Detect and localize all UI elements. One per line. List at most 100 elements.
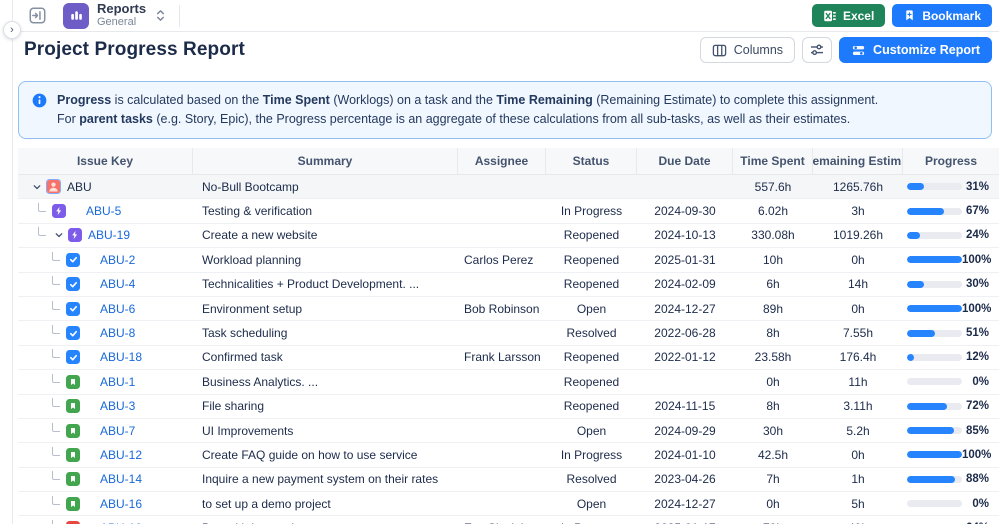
filters-button[interactable] bbox=[802, 37, 832, 63]
cell-summary: Business Analytics. ... bbox=[193, 370, 458, 393]
cell-time-spent: 6.02h bbox=[733, 199, 813, 222]
cell-assignee bbox=[458, 321, 546, 344]
expand-panel-icon[interactable] bbox=[27, 6, 47, 26]
issue-key-link[interactable]: ABU-6 bbox=[100, 302, 135, 316]
progress-bar-fill bbox=[907, 451, 962, 458]
column-header-time-spent[interactable]: Time Spent bbox=[733, 148, 813, 174]
cell-issue-key: ABU-3 bbox=[18, 395, 193, 418]
table-row[interactable]: ABU-6Environment setupBob RobinsonOpen20… bbox=[18, 297, 999, 321]
progress-bar-fill bbox=[907, 354, 914, 361]
banner-text: Progress is calculated based on the Time… bbox=[57, 91, 878, 129]
cell-remaining-estimate: 7.55h bbox=[813, 321, 903, 344]
column-header-assignee[interactable]: Assignee bbox=[458, 148, 546, 174]
table-row[interactable]: ABU-16to set up a demo projectOpen2024-1… bbox=[18, 492, 999, 516]
report-selector-button[interactable] bbox=[154, 8, 167, 23]
cell-progress: 100% bbox=[903, 297, 999, 320]
cell-assignee bbox=[458, 370, 546, 393]
table-row[interactable]: ABU-7UI ImprovementsOpen2024-09-2930h5.2… bbox=[18, 419, 999, 443]
cell-assignee bbox=[458, 199, 546, 222]
cell-remaining-estimate: 0h bbox=[813, 443, 903, 466]
table-row[interactable]: ABU-8Task schedulingResolved2022-06-288h… bbox=[18, 321, 999, 345]
column-header-remaining-estim[interactable]: Remaining Estim... bbox=[813, 148, 903, 174]
table-row[interactable]: ABUNo-Bull Bootcamp557.6h1265.76h31% bbox=[18, 175, 999, 199]
cell-progress: 12% bbox=[903, 346, 999, 369]
table-row[interactable]: ABU-4Technicalities + Product Developmen… bbox=[18, 273, 999, 297]
progress-bar-fill bbox=[907, 256, 962, 263]
info-icon bbox=[32, 93, 47, 129]
cell-summary: Workload planning bbox=[193, 248, 458, 271]
table-row[interactable]: ABU-3File sharingReopened2024-11-158h3.1… bbox=[18, 395, 999, 419]
issue-key-link[interactable]: ABU-2 bbox=[100, 253, 135, 267]
table-row[interactable]: ABU-2Workload planningCarlos PerezReopen… bbox=[18, 248, 999, 272]
tree-connector-icon bbox=[52, 301, 60, 310]
cell-summary: to set up a demo project bbox=[193, 492, 458, 515]
column-header-summary[interactable]: Summary bbox=[193, 148, 458, 174]
column-header-due-date[interactable]: Due Date bbox=[637, 148, 733, 174]
table-row[interactable]: ABU-12Create FAQ guide on how to use ser… bbox=[18, 443, 999, 467]
table-row[interactable]: ABU-18Confirmed taskFrank LarssonReopene… bbox=[18, 346, 999, 370]
customize-report-label: Customize Report bbox=[873, 43, 980, 57]
cell-time-spent: 10h bbox=[733, 248, 813, 271]
issue-key-link[interactable]: ABU-7 bbox=[100, 424, 135, 438]
task-icon bbox=[66, 302, 80, 316]
issue-key-link[interactable]: ABU-19 bbox=[88, 228, 130, 242]
progress-bar-track bbox=[907, 232, 962, 239]
cell-status: Resolved bbox=[546, 468, 637, 491]
cell-progress: 100% bbox=[903, 443, 999, 466]
cell-status bbox=[546, 175, 637, 198]
column-header-status[interactable]: Status bbox=[546, 148, 637, 174]
sidebar-expand-button[interactable]: › bbox=[3, 21, 21, 39]
cell-progress: 30% bbox=[903, 273, 999, 296]
bookmark-button[interactable]: Bookmark bbox=[892, 4, 992, 27]
table-row[interactable]: ABU-5Testing & verificationIn Progress20… bbox=[18, 199, 999, 223]
column-header-progress[interactable]: Progress bbox=[903, 148, 999, 174]
cell-status: Reopened bbox=[546, 370, 637, 393]
story-icon bbox=[66, 399, 80, 413]
cell-assignee: Eve Sinclair bbox=[458, 516, 546, 524]
customize-report-button[interactable]: Customize Report bbox=[839, 37, 992, 63]
excel-button-label: Excel bbox=[843, 9, 874, 23]
progress-bar-track bbox=[907, 305, 962, 312]
cell-progress: 100% bbox=[903, 248, 999, 271]
project-key-label: ABU bbox=[67, 180, 92, 194]
cell-status: Resolved bbox=[546, 321, 637, 344]
issue-key-link[interactable]: ABU-18 bbox=[100, 350, 142, 364]
cell-issue-key: ABU-5 bbox=[18, 199, 193, 222]
table-row[interactable]: ABU-14Inquire a new payment system on th… bbox=[18, 468, 999, 492]
table-row[interactable]: ABU-19Create a new websiteReopened2024-1… bbox=[18, 224, 999, 248]
chevron-down-icon[interactable] bbox=[52, 228, 66, 242]
progress-bar-fill bbox=[907, 305, 962, 312]
cell-time-spent: 70h bbox=[733, 516, 813, 524]
story-icon bbox=[66, 448, 80, 462]
banner-text-segment: For bbox=[57, 112, 79, 126]
tree-connector-icon bbox=[52, 447, 60, 456]
issue-key-link[interactable]: ABU-5 bbox=[86, 204, 121, 218]
banner-text-segment: Time Spent bbox=[263, 93, 330, 107]
issue-key-link[interactable]: ABU-4 bbox=[100, 277, 135, 291]
progress-percent-label: 24% bbox=[966, 229, 989, 241]
columns-button[interactable]: Columns bbox=[700, 37, 795, 63]
tree-connector-icon bbox=[52, 252, 60, 261]
cell-summary: UI Improvements bbox=[193, 419, 458, 442]
table-row[interactable]: ABU-1Business Analytics. ...Reopened0h11… bbox=[18, 370, 999, 394]
cell-summary: No-Bull Bootcamp bbox=[193, 175, 458, 198]
issue-key-link[interactable]: ABU-8 bbox=[100, 326, 135, 340]
issue-key-link[interactable]: ABU-3 bbox=[100, 399, 135, 413]
progress-percent-label: 31% bbox=[966, 181, 989, 193]
progress-bar-track bbox=[907, 378, 962, 385]
cell-time-spent: 0h bbox=[733, 370, 813, 393]
chevron-down-icon[interactable] bbox=[30, 180, 44, 194]
excel-export-button[interactable]: Excel bbox=[812, 4, 885, 27]
issue-key-link[interactable]: ABU-14 bbox=[100, 472, 142, 486]
column-header-issue-key[interactable]: Issue Key bbox=[18, 148, 193, 174]
cell-progress: 64% bbox=[903, 516, 999, 524]
issue-key-link[interactable]: ABU-16 bbox=[100, 497, 142, 511]
cell-assignee bbox=[458, 395, 546, 418]
tree-connector-icon bbox=[52, 471, 60, 480]
task-icon bbox=[66, 326, 80, 340]
table-row[interactable]: ABU-10Bug with integrationsEve SinclairI… bbox=[18, 516, 999, 524]
issue-key-link[interactable]: ABU-1 bbox=[100, 375, 135, 389]
cell-due-date: 2024-11-15 bbox=[637, 395, 733, 418]
issue-key-link[interactable]: ABU-12 bbox=[100, 448, 142, 462]
progress-report-table: Issue KeySummaryAssigneeStatusDue DateTi… bbox=[18, 148, 999, 524]
